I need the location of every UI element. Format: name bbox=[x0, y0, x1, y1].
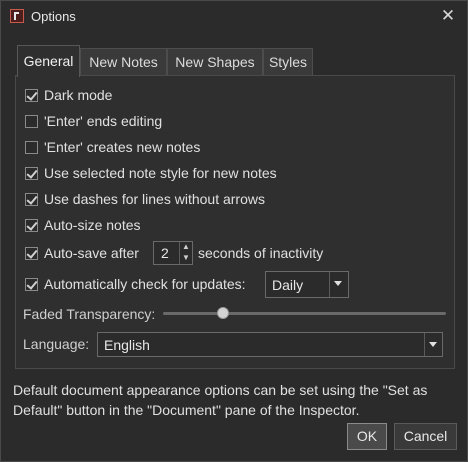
check-updates-label: Automatically check for updates: bbox=[44, 276, 246, 292]
app-icon bbox=[10, 9, 24, 23]
check-updates-checkbox[interactable] bbox=[25, 278, 38, 291]
chevron-down-icon bbox=[329, 272, 348, 297]
window-title: Options bbox=[31, 9, 76, 24]
use-dashes-label: Use dashes for lines without arrows bbox=[44, 191, 265, 207]
ok-button[interactable]: OK bbox=[347, 423, 387, 450]
auto-save-seconds-label: seconds of inactivity bbox=[198, 245, 324, 261]
stepper-arrows: ▲ ▼ bbox=[179, 242, 192, 264]
options-dialog: Options ✕ General New Notes New Shapes S… bbox=[0, 0, 468, 462]
chevron-down-icon bbox=[424, 333, 442, 356]
language-select[interactable]: English bbox=[97, 332, 443, 357]
auto-size-checkbox[interactable] bbox=[25, 219, 38, 232]
tab-new-notes[interactable]: New Notes bbox=[80, 48, 167, 75]
chevron-up-icon[interactable]: ▲ bbox=[181, 242, 191, 252]
close-icon[interactable]: ✕ bbox=[439, 7, 457, 25]
enter-creates-notes-label: 'Enter' creates new notes bbox=[44, 139, 201, 155]
faded-transparency-track[interactable] bbox=[163, 312, 446, 315]
faded-transparency-label: Faded Transparency: bbox=[23, 306, 156, 322]
dark-mode-checkbox[interactable] bbox=[25, 89, 38, 102]
chevron-down-icon[interactable]: ▼ bbox=[181, 253, 191, 263]
use-selected-style-checkbox[interactable] bbox=[25, 167, 38, 180]
auto-save-seconds-stepper[interactable]: 2 ▲ ▼ bbox=[153, 241, 193, 265]
language-label: Language: bbox=[23, 336, 90, 352]
cancel-button[interactable]: Cancel bbox=[394, 423, 457, 450]
auto-save-seconds-value[interactable]: 2 bbox=[161, 245, 169, 261]
enter-ends-editing-label: 'Enter' ends editing bbox=[44, 113, 163, 129]
update-frequency-value: Daily bbox=[272, 277, 304, 293]
auto-size-label: Auto-size notes bbox=[44, 217, 141, 233]
tab-styles[interactable]: Styles bbox=[263, 48, 313, 75]
language-value: English bbox=[104, 337, 150, 353]
auto-save-checkbox[interactable] bbox=[25, 247, 38, 260]
enter-ends-editing-checkbox[interactable] bbox=[25, 115, 38, 128]
auto-save-label: Auto-save after bbox=[44, 245, 139, 261]
tab-general[interactable]: General bbox=[17, 45, 80, 77]
tab-new-shapes[interactable]: New Shapes bbox=[167, 48, 263, 75]
use-dashes-checkbox[interactable] bbox=[25, 193, 38, 206]
enter-creates-notes-checkbox[interactable] bbox=[25, 141, 38, 154]
title-bar: Options ✕ bbox=[1, 1, 467, 33]
update-frequency-select[interactable]: Daily bbox=[265, 271, 349, 298]
use-selected-style-label: Use selected note style for new notes bbox=[44, 165, 277, 181]
info-text: Default document appearance options can … bbox=[13, 382, 428, 418]
dark-mode-label: Dark mode bbox=[44, 87, 113, 103]
